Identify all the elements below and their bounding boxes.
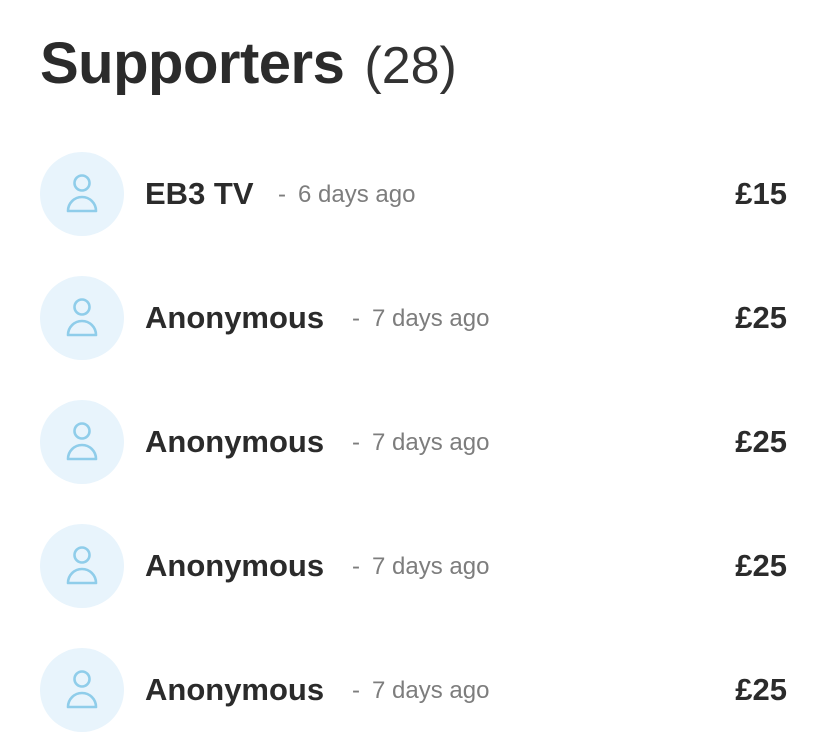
donation-time: 7 days ago [372,429,490,456]
user-icon [66,422,98,461]
supporter-meta: -6 days ago [278,152,415,236]
list-item[interactable]: Anonymous -7 days ago £25 [0,648,815,732]
supporter-meta: -7 days ago [352,648,489,732]
avatar [40,276,124,360]
meta-separator: - [352,305,360,332]
donation-time: 6 days ago [298,181,416,208]
meta-separator: - [278,181,286,208]
user-icon [66,546,98,585]
list-item[interactable]: Anonymous -7 days ago £25 [0,524,815,608]
meta-separator: - [352,429,360,456]
list-item[interactable]: Anonymous -7 days ago £25 [0,276,815,360]
meta-separator: - [352,677,360,704]
user-icon [66,670,98,709]
avatar [40,400,124,484]
donation-amount: £25 [735,672,787,707]
supporters-header: Supporters (28) [40,30,457,100]
meta-separator: - [352,553,360,580]
supporter-meta: -7 days ago [352,276,489,360]
donation-time: 7 days ago [372,553,490,580]
list-item[interactable]: EB3 TV -6 days ago £15 [0,152,815,236]
donation-amount: £25 [735,424,787,459]
list-item[interactable]: Anonymous -7 days ago £25 [0,400,815,484]
supporter-name: Anonymous [145,424,325,459]
supporter-name: Anonymous [145,548,325,583]
supporters-count: (28) [364,37,457,95]
avatar [40,648,124,732]
donation-amount: £25 [735,300,787,335]
user-icon [66,174,98,213]
donation-time: 7 days ago [372,677,490,704]
supporter-meta: -7 days ago [352,400,489,484]
supporter-name: Anonymous [145,300,325,335]
supporter-meta: -7 days ago [352,524,489,608]
user-icon [66,298,98,337]
donation-time: 7 days ago [372,305,490,332]
supporter-name: EB3 TV [145,176,254,211]
page-title: Supporters [40,31,345,96]
supporter-name: Anonymous [145,672,325,707]
avatar [40,152,124,236]
avatar [40,524,124,608]
donation-amount: £15 [735,176,787,211]
donation-amount: £25 [735,548,787,583]
